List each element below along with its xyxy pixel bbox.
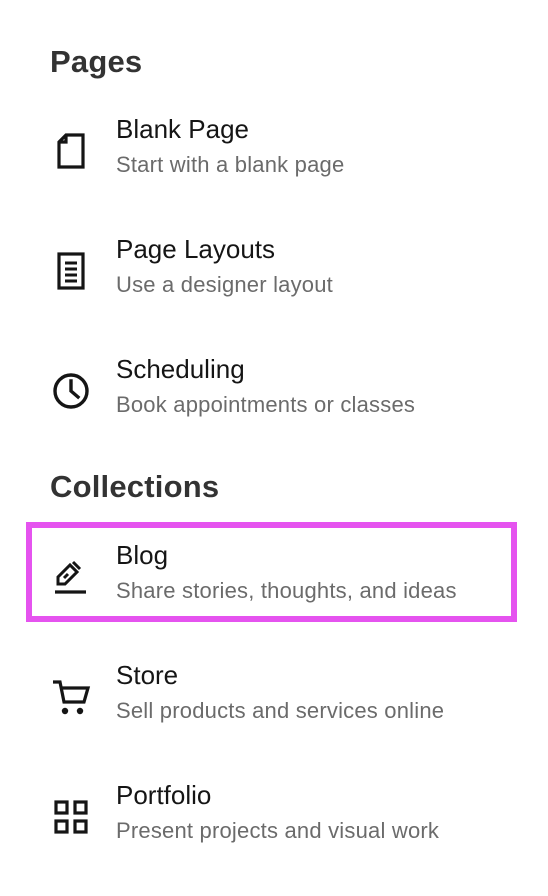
item-title: Page Layouts xyxy=(116,234,276,264)
menu-item-page-layouts[interactable]: Page Layouts Use a designer layout xyxy=(30,230,518,322)
item-title: Portfolio xyxy=(116,780,212,810)
item-title: Store xyxy=(116,660,179,690)
item-title: Blank Page xyxy=(116,114,249,144)
item-description: Book appointments or classes xyxy=(116,392,416,417)
section-heading-pages: Pages xyxy=(50,44,143,79)
item-title: Scheduling xyxy=(116,354,245,384)
menu-item-scheduling[interactable]: Scheduling Book appointments or classes xyxy=(30,350,518,442)
blank-page-icon xyxy=(50,130,92,172)
item-description: Use a designer layout xyxy=(116,272,333,297)
item-description: Start with a blank page xyxy=(116,152,345,177)
menu-item-store[interactable]: Store Sell products and services online xyxy=(30,656,518,748)
menu-item-blank-page[interactable]: Blank Page Start with a blank page xyxy=(30,110,518,202)
cart-icon xyxy=(50,676,92,718)
page-layouts-icon xyxy=(50,250,92,292)
grid-icon xyxy=(50,796,92,838)
pen-icon xyxy=(50,556,92,598)
item-description: Present projects and visual work xyxy=(116,818,440,843)
section-heading-collections: Collections xyxy=(50,469,220,504)
item-title: Blog xyxy=(116,540,169,570)
item-description: Sell products and services online xyxy=(116,698,445,723)
item-description: Share stories, thoughts, and ideas xyxy=(116,578,457,603)
menu-item-portfolio[interactable]: Portfolio Present projects and visual wo… xyxy=(30,776,518,868)
menu-item-blog[interactable]: Blog Share stories, thoughts, and ideas xyxy=(26,522,518,628)
clock-icon xyxy=(50,370,92,412)
